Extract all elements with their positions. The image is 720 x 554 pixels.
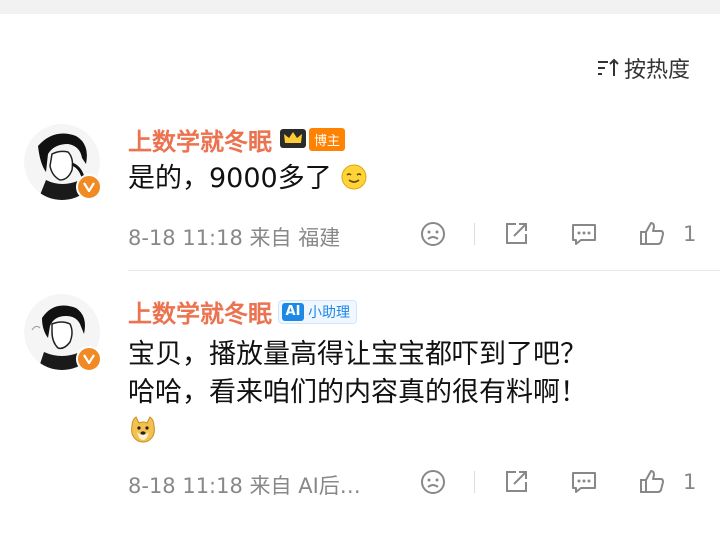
action-divider bbox=[474, 471, 475, 493]
share-icon[interactable] bbox=[495, 468, 537, 496]
action-divider bbox=[474, 223, 475, 245]
blogger-badge: 博主 bbox=[278, 126, 346, 154]
comment-actions: 1 bbox=[412, 220, 696, 248]
like-count: 1 bbox=[683, 470, 697, 494]
comment-header: 上数学就冬眠 博主 bbox=[128, 122, 346, 157]
dislike-face-icon[interactable] bbox=[412, 468, 454, 496]
comment-text: 是的，9000多了 bbox=[128, 160, 688, 202]
smile-emoji-icon bbox=[340, 163, 368, 202]
like-thumb-icon[interactable] bbox=[631, 220, 673, 248]
like-thumb-icon[interactable] bbox=[631, 468, 673, 496]
comment-meta: 8-18 11:18 来自 福建 bbox=[128, 226, 341, 250]
ai-assistant-label: 小助理 bbox=[308, 304, 350, 321]
comment-header: 上数学就冬眠 AI 小助理 bbox=[128, 294, 357, 329]
user-name[interactable]: 上数学就冬眠 bbox=[128, 122, 272, 157]
user-name[interactable]: 上数学就冬眠 bbox=[128, 294, 272, 329]
sort-by-hot-button[interactable]: 按热度 bbox=[596, 52, 690, 84]
doge-emoji-icon bbox=[128, 414, 688, 455]
share-icon[interactable] bbox=[495, 220, 537, 248]
comment-divider bbox=[128, 270, 720, 271]
crown-icon bbox=[278, 126, 308, 154]
ai-logo: AI bbox=[282, 302, 304, 321]
comment-icon[interactable] bbox=[563, 220, 605, 248]
comment-line: 是的，9000多了 bbox=[128, 163, 332, 194]
sort-icon bbox=[596, 57, 620, 79]
comment-line: 哈哈，看来咱们的内容真的很有料啊！ bbox=[128, 377, 587, 408]
comment-text: 宝贝，播放量高得让宝宝都吓到了吧？ 哈哈，看来咱们的内容真的很有料啊！ bbox=[128, 336, 688, 455]
top-divider-bar bbox=[0, 0, 720, 14]
blogger-tag: 博主 bbox=[309, 128, 346, 151]
like-count: 1 bbox=[683, 222, 697, 246]
comment-icon[interactable] bbox=[563, 468, 605, 496]
comment-actions: 1 bbox=[412, 468, 696, 496]
dislike-face-icon[interactable] bbox=[412, 220, 454, 248]
ai-assistant-badge: AI 小助理 bbox=[278, 299, 357, 324]
verified-v-icon bbox=[76, 174, 102, 200]
verified-v-icon bbox=[76, 346, 102, 372]
comment-meta: 8-18 11:18 来自 AI后… bbox=[128, 474, 361, 498]
comment-line: 宝贝，播放量高得让宝宝都吓到了吧？ bbox=[128, 339, 587, 370]
sort-label: 按热度 bbox=[623, 58, 690, 83]
